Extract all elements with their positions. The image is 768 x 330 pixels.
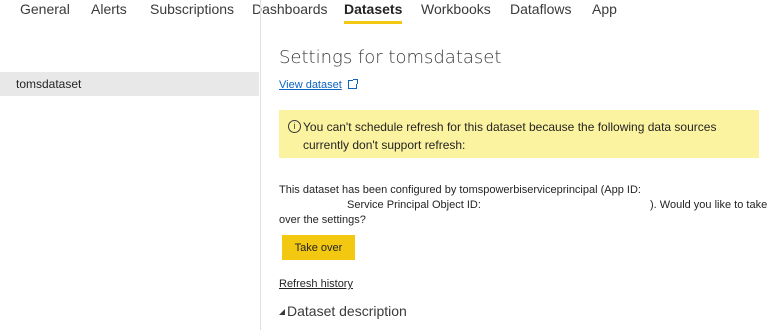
page-title: Settings for tomsdataset <box>279 47 502 68</box>
dataset-description-toggle[interactable]: Dataset description <box>279 303 407 319</box>
external-link-icon <box>347 79 358 89</box>
refresh-history-link[interactable]: Refresh history <box>279 278 353 290</box>
takeover-message-line2b: ). Would you like to take <box>650 199 768 211</box>
dataset-list: tomsdataset <box>0 0 261 330</box>
view-dataset-label: View dataset <box>279 79 342 91</box>
warning-text: You can't schedule refresh for this data… <box>303 120 717 152</box>
collapse-triangle-icon <box>279 309 285 315</box>
dataset-settings-panel: Settings for tomsdataset View dataset i … <box>261 0 768 330</box>
dataset-description-label: Dataset description <box>287 303 407 319</box>
refresh-warning-banner: i You can't schedule refresh for this da… <box>279 110 759 158</box>
takeover-message-line3: over the settings? <box>279 214 366 226</box>
take-over-button[interactable]: Take over <box>282 235 355 260</box>
takeover-message-line1: This dataset has been configured by toms… <box>279 184 641 196</box>
info-icon: i <box>288 120 301 133</box>
takeover-message-line2a: Service Principal Object ID: <box>347 199 481 211</box>
view-dataset-link[interactable]: View dataset <box>279 79 358 91</box>
dataset-list-item-tomsdataset[interactable]: tomsdataset <box>0 72 259 96</box>
